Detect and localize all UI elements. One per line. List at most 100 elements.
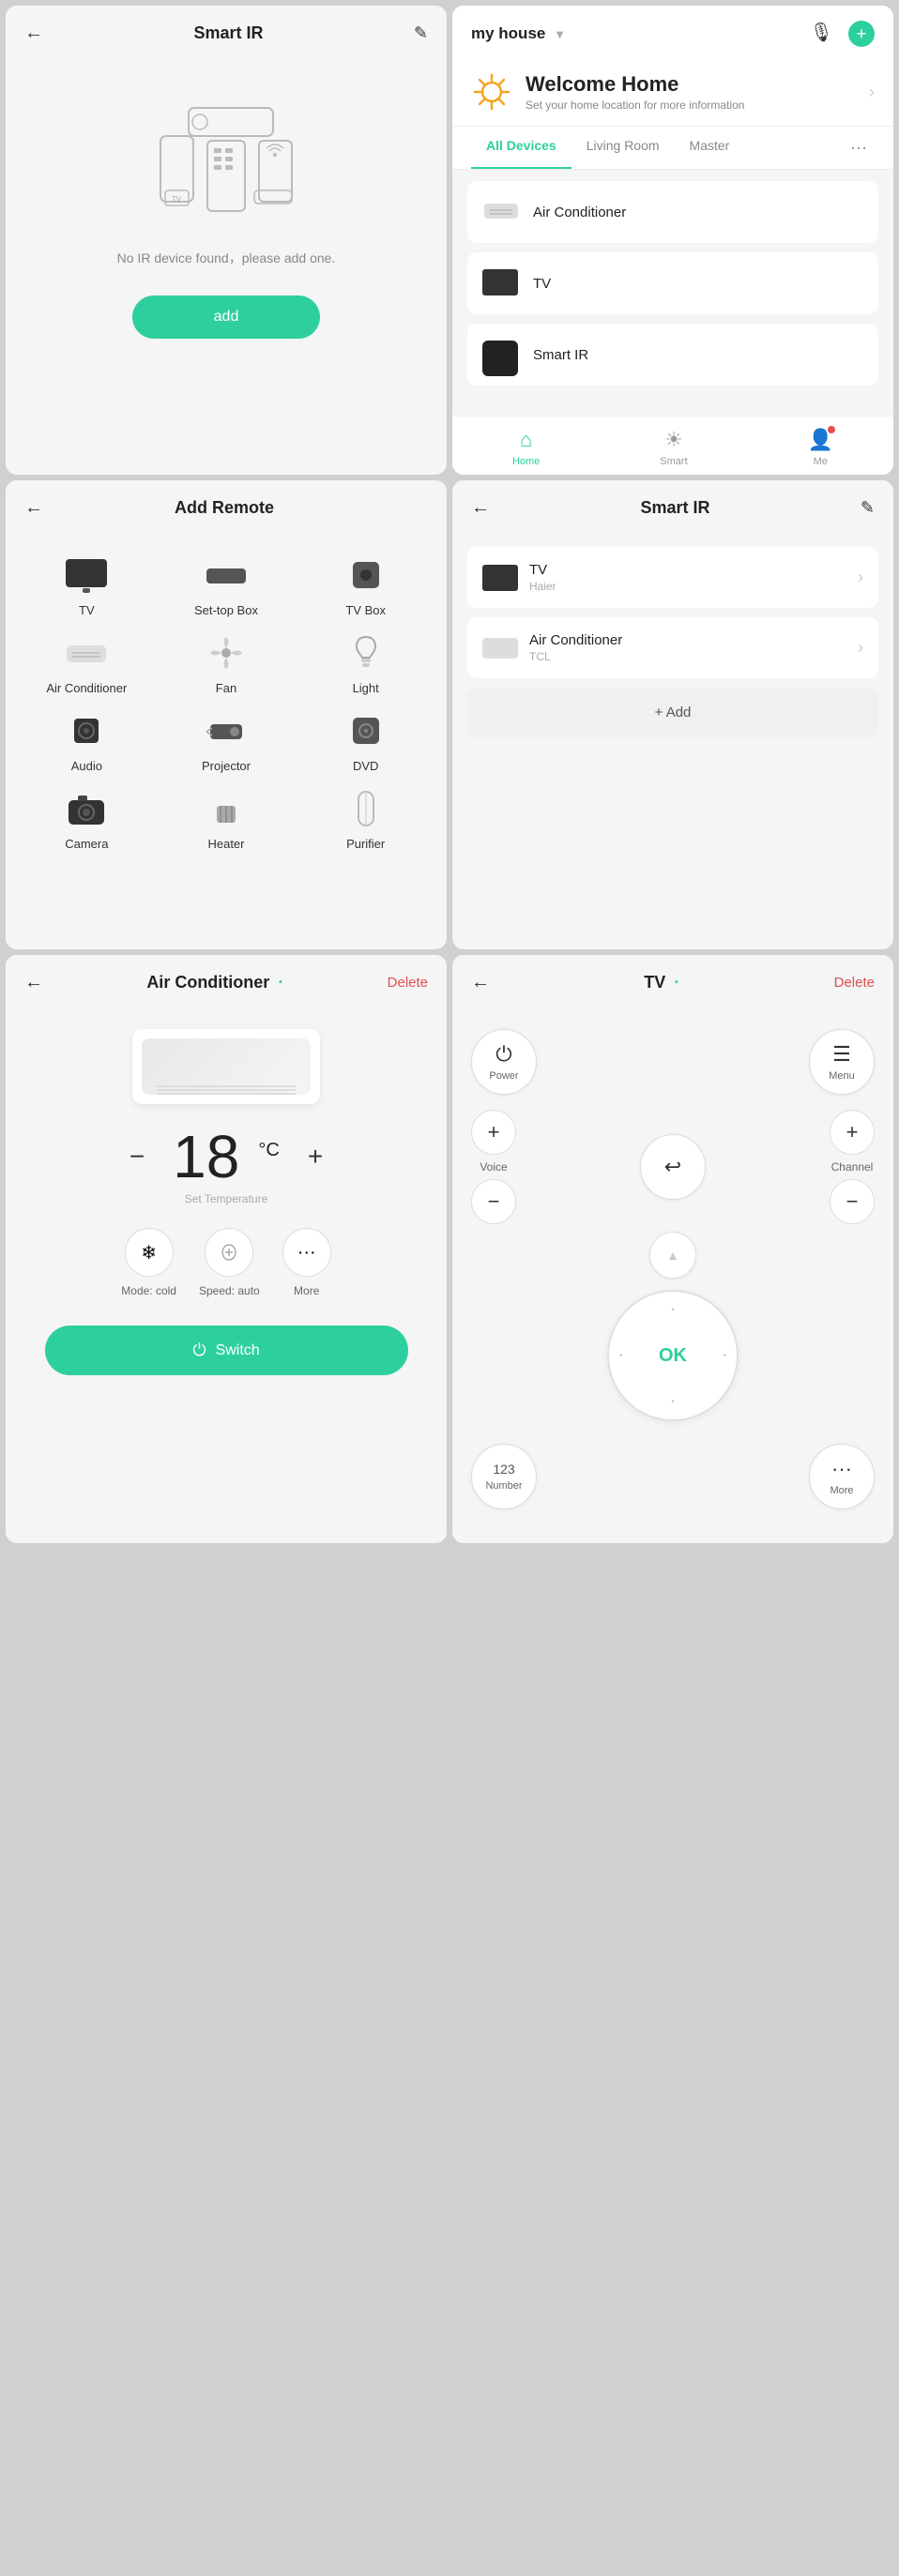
channel-col: + Channel − [830,1110,875,1224]
add-remote-back-icon[interactable]: ← [24,497,43,519]
ok-button[interactable]: OK [659,1345,687,1367]
welcome-banner[interactable]: Welcome Home Set your home location for … [452,58,893,127]
device-list: Air Conditioner TV Smart IR [452,170,893,416]
smart-ir-right-edit-icon[interactable]: ✎ [861,498,875,518]
number-button[interactable]: 123 Number [471,1444,537,1509]
ac-delete-button[interactable]: Delete [388,975,428,991]
tv-delete-button[interactable]: Delete [834,975,875,991]
remote-cat-projector[interactable]: Projector [164,710,289,773]
smart-ir-right-header: ← Smart IR ✎ [452,480,893,536]
svg-text:TV: TV [172,195,182,204]
remote-category-grid: TV Set-top Box TV Box [6,536,447,870]
temp-control: − 18 °C + [120,1127,332,1187]
more-icon: ··· [831,1457,852,1481]
remote-cat-purifier[interactable]: Purifier [303,788,428,851]
smart-ir-right-back-icon[interactable]: ← [471,497,490,519]
channel-plus-button[interactable]: + [830,1110,875,1155]
ac-modes: ❄ Mode: cold Speed: auto ··· Mo [121,1228,330,1297]
nav-right-icon[interactable]: · [723,1347,727,1364]
edit-icon[interactable]: ✎ [414,23,428,43]
add-circle-icon[interactable]: + [848,21,875,47]
tab-master[interactable]: Master [675,127,745,169]
tabs-more-icon[interactable]: ··· [843,127,875,169]
more-button[interactable]: ··· More [809,1444,875,1509]
tv-remote-back-icon[interactable]: ← [471,972,490,993]
channel-minus-button[interactable]: − [830,1179,875,1224]
remote-cat-heater[interactable]: Heater [164,788,289,851]
voice-minus-button[interactable]: − [471,1179,516,1224]
back-icon[interactable]: ← [24,23,43,44]
fan-cat-label: Fan [216,681,236,695]
switch-button[interactable]: ⏻ Switch [45,1326,408,1375]
house-icons: 🎙 + [810,21,875,47]
remote-cat-tv[interactable]: TV [24,554,149,617]
number-icon: 123 [493,1462,514,1477]
mic-icon[interactable]: 🎙 [810,21,833,47]
tab-living-room[interactable]: Living Room [571,127,675,169]
remote-cat-settop[interactable]: Set-top Box [164,554,289,617]
temp-minus-button[interactable]: − [120,1142,154,1172]
tv-device-name: TV [533,276,551,292]
power-button[interactable]: ⏻ Power [471,1029,537,1095]
smart-ir-header: ← Smart IR ✎ [6,6,447,61]
home-icon: ⌂ [520,428,532,452]
remote-cat-audio[interactable]: Audio [24,710,149,773]
projector-cat-label: Projector [202,759,251,773]
ac-mode-speed-label: Speed: auto [199,1284,260,1297]
ir-device-tv[interactable]: TV Haier › [467,547,878,608]
heater-cat-label: Heater [207,837,244,851]
ir-device-ac[interactable]: Air Conditioner TCL › [467,617,878,678]
remote-cat-fan[interactable]: Fan [164,632,289,695]
nav-up-icon[interactable]: · [670,1301,675,1318]
ac-control-panel: ← Air Conditioner · Delete − 18 °C + Set… [6,955,447,1543]
ac-illustration-inner [142,1038,311,1095]
nav-home[interactable]: ⌂ Home [512,428,540,467]
add-button[interactable]: add [132,295,320,339]
remote-cat-light[interactable]: Light [303,632,428,695]
temp-unit: °C [258,1140,279,1161]
menu-button[interactable]: ☰ Menu [809,1029,875,1095]
add-device-row[interactable]: + Add [467,688,878,737]
smart-icon: ☀ [664,428,683,452]
ac-mode-more[interactable]: ··· More [282,1228,331,1297]
no-device-text: No IR device found，please add one. [117,249,336,267]
device-item-smart-ir[interactable]: Smart IR [467,324,878,386]
up-button[interactable]: ▲ [649,1232,696,1279]
add-remote-header: ← Add Remote [6,480,447,536]
remote-cat-camera[interactable]: Camera [24,788,149,851]
ac-mode-cold[interactable]: ❄ Mode: cold [121,1228,176,1297]
ac-back-icon[interactable]: ← [24,972,43,993]
nav-left-icon[interactable]: · [618,1347,623,1364]
add-remote-title: Add Remote [175,498,274,518]
dvd-cat-label: DVD [353,759,378,773]
power-icon: ⏻ [495,1042,511,1067]
ir-device-list: TV Haier › Air Conditioner TCL › + Add [452,536,893,749]
nav-smart[interactable]: ☀ Smart [660,428,687,467]
smart-ir-device-icon [482,341,520,369]
home-header: my house ▼ 🎙 + [452,6,893,58]
smart-ir-title: Smart IR [193,23,263,43]
light-cat-label: Light [353,681,379,695]
tab-all-devices[interactable]: All Devices [471,127,571,169]
ac-cat-label: Air Conditioner [46,681,127,695]
ac-mode-speed[interactable]: Speed: auto [199,1228,260,1297]
device-item-tv[interactable]: TV [467,252,878,314]
back-button[interactable]: ↩ [640,1134,706,1200]
remote-cat-dvd[interactable]: DVD [303,710,428,773]
remote-cat-tvbox[interactable]: TV Box [303,554,428,617]
camera-cat-label: Camera [65,837,108,851]
nav-down-icon[interactable]: · [670,1393,675,1410]
audio-cat-icon [60,710,113,751]
smart-ir-right-title: Smart IR [640,498,709,518]
tv-ir-icon [482,565,518,591]
ir-illustration: TV [132,80,320,230]
menu-icon: ☰ [832,1042,851,1067]
nav-me[interactable]: 👤 Me [808,428,833,467]
bottom-nav: ⌂ Home ☀ Smart 👤 Me [452,416,893,475]
tv-remote-title: TV · [644,973,679,993]
device-item-ac[interactable]: Air Conditioner [467,181,878,243]
temp-plus-button[interactable]: + [298,1142,332,1172]
voice-plus-button[interactable]: + [471,1110,516,1155]
my-house-label: my house ▼ [471,24,566,43]
remote-cat-ac[interactable]: Air Conditioner [24,632,149,695]
